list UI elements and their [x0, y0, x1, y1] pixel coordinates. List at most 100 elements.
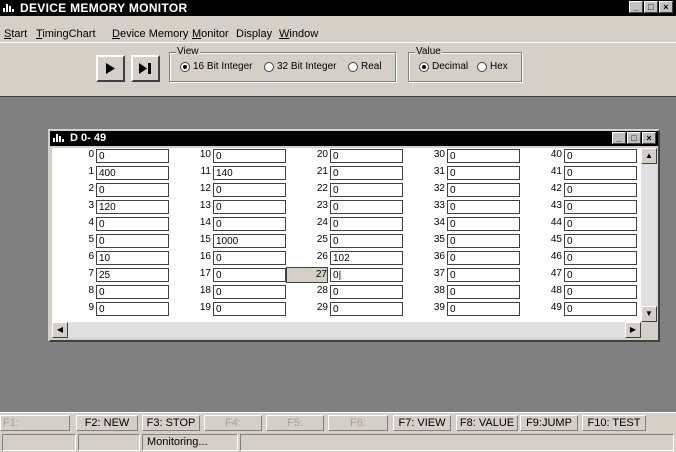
step-button[interactable]	[131, 55, 160, 82]
memory-cell: 36 0	[403, 250, 523, 266]
address-label: 43	[550, 200, 562, 211]
value-field[interactable]: 1000	[213, 234, 286, 248]
function-key-7-button[interactable]: F7: VIEW	[393, 415, 451, 431]
horizontal-scrollbar[interactable]: ◀ ▶	[52, 322, 641, 338]
value-field[interactable]: 0	[330, 285, 403, 299]
app-title-bar[interactable]: DEVICE MEMORY MONITOR _ □ ×	[0, 0, 676, 16]
value-hex-radio[interactable]: Hex	[477, 61, 508, 72]
maximize-icon[interactable]: □	[644, 1, 658, 13]
value-field[interactable]: 0	[213, 183, 286, 197]
value-decimal-radio[interactable]: Decimal	[419, 61, 468, 72]
window-icon	[53, 134, 65, 142]
value-field[interactable]: 0	[330, 183, 403, 197]
close-icon[interactable]: ×	[659, 1, 673, 13]
view-16bit-radio[interactable]: 16 Bit Integer	[180, 61, 252, 72]
value-field[interactable]: 0	[447, 149, 520, 163]
function-key-4-button[interactable]: F4:	[204, 415, 262, 431]
value-field[interactable]: 0	[447, 268, 520, 282]
value-field[interactable]: 0	[447, 251, 520, 265]
memory-cell: 32 0	[403, 182, 523, 198]
value-field[interactable]: 120	[96, 200, 169, 214]
value-field[interactable]: 25	[96, 268, 169, 282]
value-field[interactable]: 0|	[330, 268, 403, 282]
value-field[interactable]: 0	[564, 302, 637, 316]
value-field[interactable]: 0	[96, 183, 169, 197]
function-key-1-button[interactable]: F1:	[0, 415, 70, 431]
value-field[interactable]: 0	[447, 302, 520, 316]
menu-window[interactable]: Window	[279, 28, 318, 40]
value-field[interactable]: 0	[330, 166, 403, 180]
view-32bit-radio[interactable]: 32 Bit Integer	[264, 61, 336, 72]
function-key-5-button[interactable]: F5:	[266, 415, 324, 431]
value-field[interactable]: 0	[96, 285, 169, 299]
play-button[interactable]	[96, 55, 125, 82]
value-field[interactable]: 0	[564, 234, 637, 248]
memory-cell: 20	[52, 182, 172, 198]
value-field[interactable]: 0	[330, 149, 403, 163]
view-real-radio[interactable]: Real	[348, 61, 382, 72]
memory-cell: 15 1000	[169, 233, 289, 249]
value-field[interactable]: 400	[96, 166, 169, 180]
address-label: 11	[200, 166, 211, 177]
scroll-up-icon[interactable]: ▲	[641, 148, 657, 164]
scroll-right-icon[interactable]: ▶	[625, 322, 641, 338]
vertical-scrollbar[interactable]: ▲ ▼	[641, 148, 657, 322]
value-field[interactable]: 140	[213, 166, 286, 180]
value-field[interactable]: 0	[96, 302, 169, 316]
value-field[interactable]: 0	[564, 251, 637, 265]
close-icon[interactable]: ×	[642, 132, 656, 144]
maximize-icon[interactable]: □	[627, 132, 641, 144]
value-field[interactable]: 0	[564, 268, 637, 282]
value-field[interactable]: 102	[330, 251, 403, 265]
value-field[interactable]: 0	[564, 149, 637, 163]
value-field[interactable]: 0	[213, 149, 286, 163]
value-field[interactable]: 0	[96, 149, 169, 163]
value-field[interactable]: 0	[564, 200, 637, 214]
value-field[interactable]: 0	[330, 217, 403, 231]
scroll-down-icon[interactable]: ▼	[641, 306, 657, 322]
value-field[interactable]: 0	[96, 217, 169, 231]
value-field[interactable]: 0	[330, 302, 403, 316]
value-field[interactable]: 0	[564, 217, 637, 231]
minimize-icon[interactable]: _	[612, 132, 626, 144]
minimize-icon[interactable]: _	[629, 1, 643, 13]
value-field[interactable]: 0	[213, 268, 286, 282]
value-field[interactable]: 0	[447, 285, 520, 299]
value-field[interactable]: 0	[213, 217, 286, 231]
menu-start[interactable]: Start	[4, 28, 27, 40]
address-label: 33	[433, 200, 445, 211]
value-field[interactable]: 0	[447, 183, 520, 197]
value-field[interactable]: 0	[447, 217, 520, 231]
menu-device-memory[interactable]: Device Memory	[112, 28, 188, 40]
menu-monitor[interactable]: Monitor	[192, 28, 229, 40]
value-field[interactable]: 0	[447, 166, 520, 180]
memory-cell: 90	[52, 301, 172, 317]
value-field[interactable]: 0	[564, 285, 637, 299]
memory-cell: 50	[52, 233, 172, 249]
value-field[interactable]: 0	[213, 302, 286, 316]
value-field[interactable]: 0	[213, 251, 286, 265]
memory-window: D 0- 49 _ □ × 0 0 1 400 2 0 3 120 4 0 5 0 6 10 7 25 8 0 9 0…	[48, 129, 660, 342]
function-key-9-button[interactable]: F9:JUMP	[520, 415, 578, 431]
value-field[interactable]: 0	[564, 166, 637, 180]
address-label: 20	[316, 149, 328, 160]
function-key-10-button[interactable]: F10: TEST	[582, 415, 646, 431]
function-key-3-button[interactable]: F3: STOP	[142, 415, 200, 431]
address-label: 39	[433, 302, 445, 313]
memory-window-title-bar[interactable]: D 0- 49 _ □ ×	[50, 131, 658, 146]
value-field[interactable]: 0	[213, 200, 286, 214]
menu-timingchart[interactable]: TimingChart	[36, 28, 96, 40]
value-field[interactable]: 0	[447, 234, 520, 248]
function-key-8-button[interactable]: F8: VALUE	[456, 415, 518, 431]
value-field[interactable]: 0	[330, 200, 403, 214]
scroll-left-icon[interactable]: ◀	[52, 322, 68, 338]
value-field[interactable]: 10	[96, 251, 169, 265]
menu-display[interactable]: Display	[236, 28, 272, 40]
value-field[interactable]: 0	[330, 234, 403, 248]
value-field[interactable]: 0	[96, 234, 169, 248]
value-field[interactable]: 0	[447, 200, 520, 214]
function-key-6-button[interactable]: F6:	[328, 415, 388, 431]
function-key-2-button[interactable]: F2: NEW	[76, 415, 138, 431]
value-field[interactable]: 0	[564, 183, 637, 197]
value-field[interactable]: 0	[213, 285, 286, 299]
